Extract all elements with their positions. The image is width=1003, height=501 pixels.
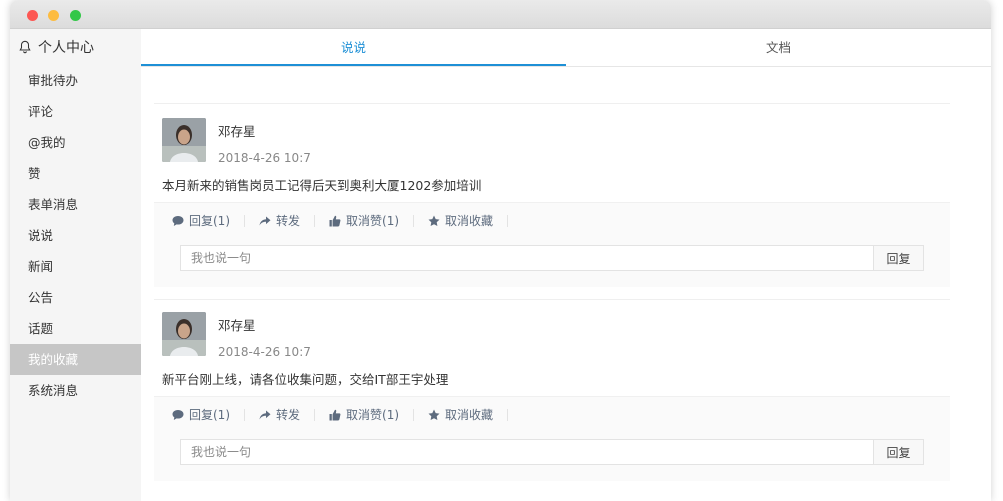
post-actions: 回复(1) 转发 取消赞(1) 取消收藏 我也说一句 回复	[154, 202, 950, 287]
unlike-action[interactable]: 取消赞(1)	[329, 408, 415, 422]
tab-documents[interactable]: 文档	[566, 29, 991, 66]
sidebar-item-approvals[interactable]: 审批待办	[10, 65, 141, 96]
app-window: 个人中心 审批待办 评论 @我的 赞 表单消息 说说 新闻 公告 话题 我的收藏…	[10, 0, 991, 501]
minimize-window-button[interactable]	[48, 10, 59, 21]
forward-action[interactable]: 转发	[259, 408, 316, 422]
post-content: 新平台刚上线，请各位收集问题，交给IT部王宇处理	[162, 372, 449, 387]
forward-action-label: 转发	[276, 408, 301, 422]
star-icon	[428, 409, 440, 420]
sidebar-item-posts[interactable]: 说说	[10, 220, 141, 251]
action-row: 回复(1) 转发 取消赞(1) 取消收藏	[154, 203, 950, 239]
reply-input[interactable]	[180, 245, 874, 271]
divider	[154, 103, 950, 104]
title-bar	[10, 0, 991, 29]
sidebar-item-system-messages[interactable]: 系统消息	[10, 375, 141, 406]
reply-row: 回复	[180, 439, 924, 465]
sidebar-item-mentions[interactable]: @我的	[10, 127, 141, 158]
avatar[interactable]	[162, 118, 206, 162]
unfavorite-action-label: 取消收藏	[445, 408, 494, 422]
share-icon	[259, 410, 271, 420]
author-block: 邓存星 2018-4-26 10:7	[218, 118, 311, 165]
author-block: 邓存星 2018-4-26 10:7	[218, 312, 311, 359]
share-icon	[259, 216, 271, 226]
sidebar-item-comments[interactable]: 评论	[10, 96, 141, 127]
unfavorite-action-label: 取消收藏	[445, 214, 494, 228]
thumbs-up-icon	[329, 215, 341, 227]
bell-icon	[19, 40, 31, 54]
unlike-action[interactable]: 取消赞(1)	[329, 214, 415, 228]
unfavorite-action[interactable]: 取消收藏	[428, 214, 509, 228]
forward-action[interactable]: 转发	[259, 214, 316, 228]
star-icon	[428, 215, 440, 226]
sidebar-item-news[interactable]: 新闻	[10, 251, 141, 282]
post-card: 邓存星 2018-4-26 10:7 新平台刚上线，请各位收集问题，交给IT部王…	[154, 312, 950, 481]
reply-action[interactable]: 回复(1)	[172, 215, 245, 227]
reply-input[interactable]	[180, 439, 874, 465]
tab-posts[interactable]: 说说	[141, 29, 566, 66]
post-header: 邓存星 2018-4-26 10:7	[154, 312, 950, 359]
close-window-button[interactable]	[27, 10, 38, 21]
avatar-image	[162, 118, 206, 162]
tab-bar: 说说 文档	[141, 29, 991, 67]
unlike-action-label: 取消赞(1)	[346, 214, 400, 228]
reply-button[interactable]: 回复	[874, 245, 924, 271]
sidebar-item-likes[interactable]: 赞	[10, 158, 141, 189]
reply-action-label: 回复(1)	[189, 408, 230, 422]
post-content: 本月新来的销售岗员工记得后天到奥利大厦1202参加培训	[162, 178, 482, 193]
sidebar-item-favorites[interactable]: 我的收藏	[10, 344, 141, 375]
unlike-action-label: 取消赞(1)	[346, 408, 400, 422]
forward-action-label: 转发	[276, 214, 301, 228]
sidebar-header: 个人中心	[10, 29, 141, 65]
maximize-window-button[interactable]	[70, 10, 81, 21]
reply-action[interactable]: 回复(1)	[172, 409, 245, 421]
divider	[154, 299, 950, 300]
sidebar-item-form-messages[interactable]: 表单消息	[10, 189, 141, 220]
author-name[interactable]: 邓存星	[218, 315, 311, 334]
post-header: 邓存星 2018-4-26 10:7	[154, 118, 950, 165]
unfavorite-action[interactable]: 取消收藏	[428, 408, 509, 422]
author-name[interactable]: 邓存星	[218, 121, 311, 140]
comment-icon	[172, 216, 184, 226]
reply-button[interactable]: 回复	[874, 439, 924, 465]
avatar[interactable]	[162, 312, 206, 356]
sidebar-item-announcements[interactable]: 公告	[10, 282, 141, 313]
sidebar: 个人中心 审批待办 评论 @我的 赞 表单消息 说说 新闻 公告 话题 我的收藏…	[10, 29, 142, 501]
sidebar-title: 个人中心	[38, 40, 94, 56]
action-row: 回复(1) 转发 取消赞(1) 取消收藏	[154, 397, 950, 433]
feed: 邓存星 2018-4-26 10:7 本月新来的销售岗员工记得后天到奥利大厦12…	[154, 103, 950, 493]
thumbs-up-icon	[329, 409, 341, 421]
avatar-image	[162, 312, 206, 356]
main-panel: 说说 文档 邓存星 2018-4-26 10:7 本月新来的销售岗员工记得后天到…	[141, 29, 991, 501]
post-timestamp: 2018-4-26 10:7	[218, 345, 311, 359]
reply-row: 回复	[180, 245, 924, 271]
sidebar-item-topics[interactable]: 话题	[10, 313, 141, 344]
reply-action-label: 回复(1)	[189, 214, 230, 228]
post-card: 邓存星 2018-4-26 10:7 本月新来的销售岗员工记得后天到奥利大厦12…	[154, 118, 950, 287]
comment-icon	[172, 410, 184, 420]
post-timestamp: 2018-4-26 10:7	[218, 151, 311, 165]
post-actions: 回复(1) 转发 取消赞(1) 取消收藏 我也说一句 回复	[154, 396, 950, 481]
